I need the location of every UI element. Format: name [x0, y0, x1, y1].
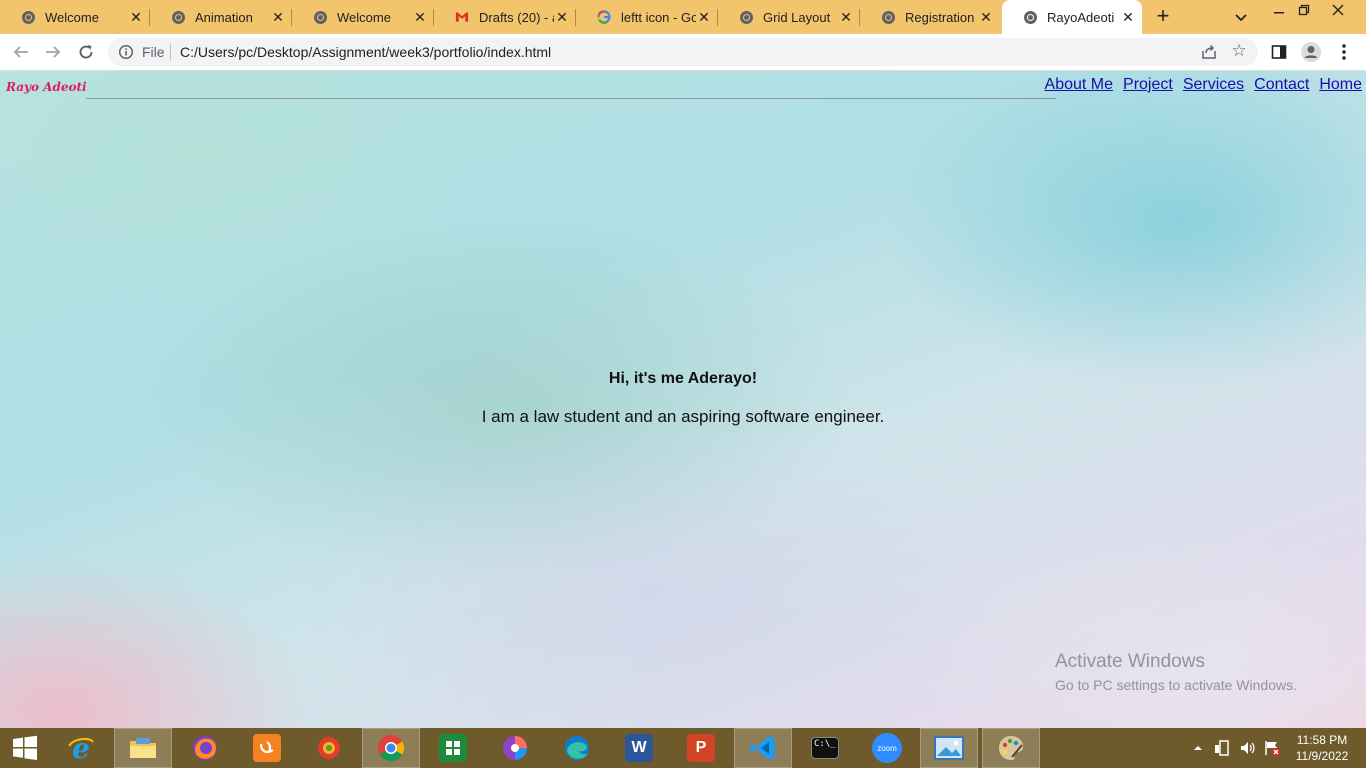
chrome-icon[interactable] [362, 728, 420, 768]
tab-label: Welcome [45, 9, 99, 25]
tab-label: RayoAdeoti [1047, 9, 1115, 25]
close-icon[interactable]: ✕ [838, 9, 854, 25]
nav-link-about-me[interactable]: About Me [1045, 76, 1113, 94]
site-logo: Rayo Adeoti [6, 80, 87, 94]
tab-search-chevron-icon[interactable] [1232, 8, 1250, 26]
photos-icon[interactable] [920, 728, 978, 768]
watermark-subtitle: Go to PC settings to activate Windows. [1055, 677, 1297, 693]
watermark-title: Activate Windows [1055, 651, 1205, 672]
tab-label: Registration Pa [905, 9, 978, 25]
windows-taskbar: e W P C:\_ zoom 11:58 PM 11/9/2022 [0, 728, 1366, 768]
menu-kebab-icon[interactable] [1333, 41, 1355, 63]
edge-icon[interactable] [548, 728, 606, 768]
zoom-icon[interactable]: zoom [858, 728, 916, 768]
store-icon[interactable] [424, 728, 482, 768]
reload-icon[interactable] [75, 41, 97, 63]
paint-icon[interactable] [982, 728, 1040, 768]
powerpoint-icon[interactable]: P [672, 728, 730, 768]
minimize-icon[interactable] [1265, 0, 1293, 20]
tab-google-search[interactable]: leftt icon - Go ✕ [576, 0, 718, 34]
tab-grid-layout[interactable]: Grid Layout ✕ [718, 0, 860, 34]
globe-icon [1023, 10, 1037, 24]
google-icon [597, 10, 611, 24]
activate-windows-watermark: Activate Windows Go to PC settings to ac… [1055, 651, 1297, 693]
globe-icon [313, 10, 327, 24]
vscode-icon[interactable] [734, 728, 792, 768]
command-prompt-icon[interactable]: C:\_ [796, 728, 854, 768]
bookmark-star-icon[interactable]: ☆ [1230, 42, 1248, 60]
hero-greeting: Hi, it's me Aderayo! [608, 370, 758, 387]
nav-link-services[interactable]: Services [1183, 76, 1244, 94]
side-panel-icon[interactable] [1268, 41, 1290, 63]
divider [170, 44, 171, 60]
internet-explorer-icon[interactable]: e [52, 728, 110, 768]
globe-icon [739, 10, 753, 24]
clock-time: 11:58 PM [1296, 733, 1348, 747]
forward-arrow-icon[interactable] [42, 41, 64, 63]
nav-link-contact[interactable]: Contact [1254, 76, 1309, 94]
close-icon[interactable]: ✕ [412, 9, 428, 25]
zoom-label: zoom [872, 733, 902, 763]
windows-logo-icon [13, 735, 37, 760]
close-icon[interactable]: ✕ [696, 9, 712, 25]
globe-icon [881, 10, 895, 24]
globe-icon [21, 10, 35, 24]
show-hidden-icons-icon[interactable] [1192, 728, 1204, 768]
restore-icon[interactable] [1290, 0, 1318, 20]
action-center-flag-icon[interactable] [1263, 728, 1281, 768]
word-icon[interactable]: W [610, 728, 668, 768]
address-bar[interactable]: File C:/Users/pc/Desktop/Assignment/week… [108, 38, 1258, 66]
tab-animation[interactable]: Animation ✕ [150, 0, 292, 34]
header-rule [86, 98, 1056, 99]
hero-intro: I am a law student and an aspiring softw… [481, 407, 885, 426]
back-arrow-icon[interactable] [10, 41, 32, 63]
browser-toolbar: File C:/Users/pc/Desktop/Assignment/week… [0, 34, 1366, 71]
tab-welcome-1[interactable]: Welcome ✕ [0, 0, 150, 34]
close-icon[interactable]: ✕ [978, 9, 994, 25]
firefox-icon[interactable] [176, 728, 234, 768]
info-icon[interactable] [118, 44, 134, 60]
system-clock[interactable]: 11:58 PM 11/9/2022 [1290, 732, 1354, 764]
gmail-icon [455, 10, 469, 24]
tab-gmail-drafts[interactable]: Drafts (20) - ac ✕ [434, 0, 576, 34]
new-tab-button[interactable]: + [1152, 5, 1174, 28]
svg-text:e: e [72, 733, 90, 763]
tab-registration[interactable]: Registration Pa ✕ [860, 0, 1000, 34]
tab-label: leftt icon - Go [621, 9, 696, 25]
nav-link-home[interactable]: Home [1319, 76, 1362, 94]
window-close-icon[interactable] [1324, 0, 1352, 20]
tab-label: Welcome [337, 9, 391, 25]
clock-date: 11/9/2022 [1295, 749, 1349, 763]
close-icon[interactable]: ✕ [1120, 9, 1136, 25]
volume-icon[interactable] [1239, 728, 1257, 768]
tab-rayoadeoti[interactable]: RayoAdeoti ✕ [1002, 0, 1142, 34]
close-icon[interactable]: ✕ [128, 9, 144, 25]
page-viewport: Rayo Adeoti About Me Project Services Co… [0, 71, 1366, 728]
close-icon[interactable]: ✕ [554, 9, 570, 25]
nav-link-project[interactable]: Project [1123, 76, 1173, 94]
scheme-label: File [142, 44, 165, 60]
share-icon[interactable] [1200, 43, 1218, 61]
uc-browser-icon[interactable] [238, 728, 296, 768]
tab-strip: Welcome ✕ Animation ✕ Welcome ✕ Drafts (… [0, 0, 1366, 34]
tab-label: Animation [195, 9, 253, 25]
file-explorer-icon[interactable] [114, 728, 172, 768]
url-text[interactable]: C:/Users/pc/Desktop/Assignment/week3/por… [180, 44, 551, 60]
device-status-icon[interactable] [1214, 728, 1232, 768]
opera-browser-icon[interactable] [300, 728, 358, 768]
tab-welcome-2[interactable]: Welcome ✕ [292, 0, 434, 34]
site-nav: About Me Project Services Contact Home [1045, 76, 1362, 94]
close-icon[interactable]: ✕ [270, 9, 286, 25]
paint-3d-icon[interactable] [486, 728, 544, 768]
profile-avatar-icon[interactable] [1300, 41, 1322, 63]
tab-label: Drafts (20) - ac [479, 9, 554, 25]
tab-label: Grid Layout [763, 9, 831, 25]
globe-icon [171, 10, 185, 24]
start-button[interactable] [0, 728, 50, 768]
